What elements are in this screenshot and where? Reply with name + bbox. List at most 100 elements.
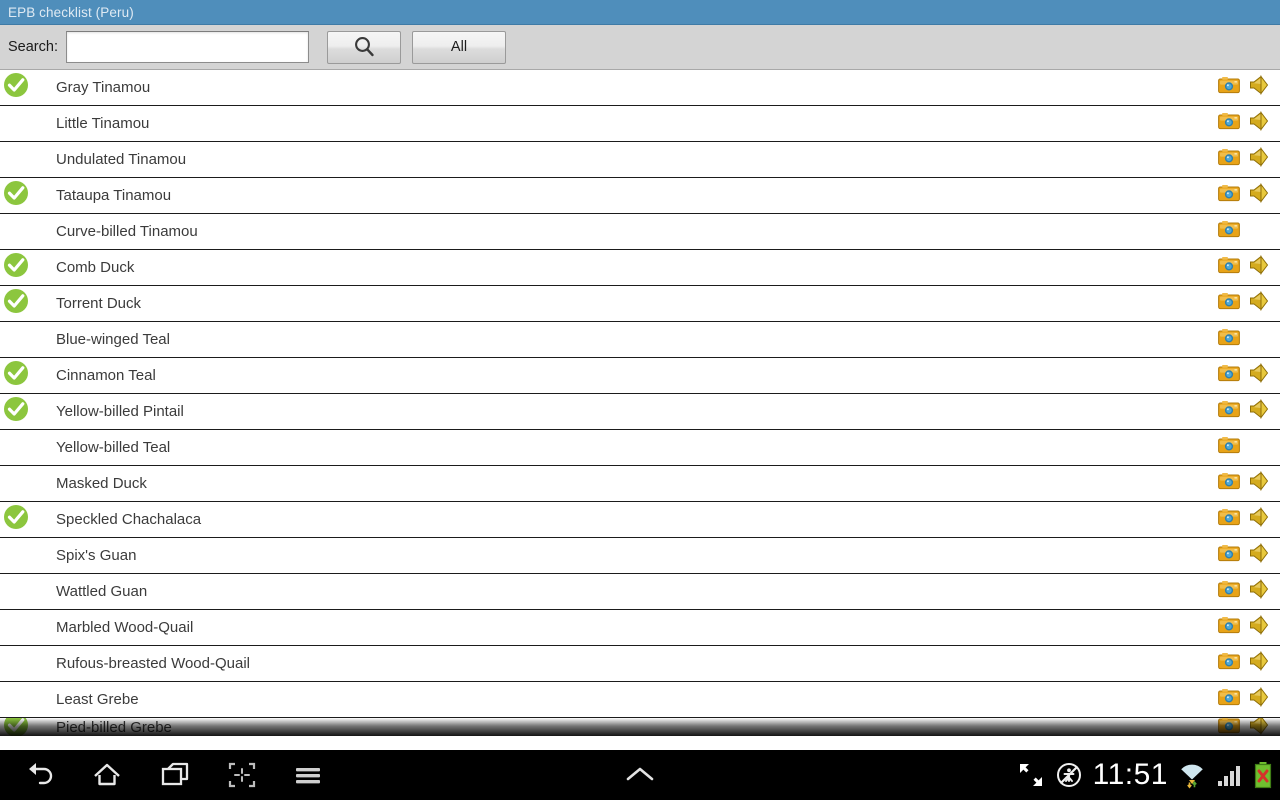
checklist-row[interactable]: Yellow-billed Teal bbox=[0, 430, 1280, 466]
camera-icon[interactable] bbox=[1218, 688, 1240, 711]
green-check-icon[interactable] bbox=[3, 180, 29, 211]
speaker-icon[interactable] bbox=[1248, 363, 1270, 388]
speaker-icon[interactable] bbox=[1248, 183, 1270, 208]
fullscreen-expand-icon[interactable] bbox=[1017, 761, 1045, 789]
species-name: Rufous-breasted Wood-Quail bbox=[56, 655, 250, 672]
back-arrow-icon[interactable] bbox=[22, 760, 56, 790]
speaker-icon[interactable] bbox=[1248, 111, 1270, 136]
checklist-row[interactable]: Yellow-billed Pintail bbox=[0, 394, 1280, 430]
checklist-row[interactable]: Rufous-breasted Wood-Quail bbox=[0, 646, 1280, 682]
battery-error-icon[interactable] bbox=[1252, 760, 1274, 790]
camera-icon[interactable] bbox=[1218, 616, 1240, 639]
checklist-row[interactable]: Curve-billed Tinamou bbox=[0, 214, 1280, 250]
checklist-row[interactable]: Undulated Tinamou bbox=[0, 142, 1280, 178]
camera-icon[interactable] bbox=[1218, 184, 1240, 207]
species-checklist[interactable]: Gray Tinamou Little Tinamou Undulated Tina… bbox=[0, 70, 1280, 750]
screenshot-capture-icon[interactable] bbox=[226, 760, 258, 790]
row-check-slot bbox=[1, 718, 31, 736]
species-name: Yellow-billed Teal bbox=[56, 439, 171, 456]
search-button[interactable] bbox=[326, 30, 401, 64]
speaker-icon[interactable] bbox=[1248, 507, 1270, 532]
speaker-icon[interactable] bbox=[1248, 579, 1270, 604]
green-check-icon[interactable] bbox=[3, 252, 29, 283]
speaker-icon[interactable] bbox=[1248, 615, 1270, 640]
green-check-icon[interactable] bbox=[3, 288, 29, 319]
speaker-icon[interactable] bbox=[1248, 147, 1270, 172]
row-media-icons bbox=[1216, 75, 1272, 100]
magnifier-icon bbox=[351, 34, 377, 60]
speaker-icon[interactable] bbox=[1248, 291, 1270, 316]
camera-icon[interactable] bbox=[1218, 580, 1240, 603]
green-check-icon[interactable] bbox=[3, 504, 29, 535]
green-check-icon[interactable] bbox=[3, 360, 29, 391]
speaker-icon[interactable] bbox=[1248, 75, 1270, 100]
checklist-row-partial[interactable]: Pied-billed Grebe bbox=[0, 718, 1280, 736]
speaker-icon[interactable] bbox=[1248, 399, 1270, 424]
cellular-signal-icon[interactable] bbox=[1216, 761, 1242, 789]
checklist-row[interactable]: Cinnamon Teal bbox=[0, 358, 1280, 394]
checklist-row[interactable]: Comb Duck bbox=[0, 250, 1280, 286]
home-icon[interactable] bbox=[90, 760, 124, 790]
row-check-slot bbox=[1, 504, 31, 535]
search-toolbar: Search: All bbox=[0, 25, 1280, 70]
species-name: Least Grebe bbox=[56, 691, 139, 708]
speaker-icon[interactable] bbox=[1248, 471, 1270, 496]
camera-icon[interactable] bbox=[1218, 544, 1240, 567]
checklist-row[interactable]: Speckled Chachalaca bbox=[0, 502, 1280, 538]
search-input[interactable] bbox=[65, 31, 309, 63]
row-media-icons bbox=[1216, 718, 1272, 736]
all-button-label: All bbox=[450, 39, 468, 55]
camera-icon[interactable] bbox=[1218, 328, 1240, 351]
green-check-icon[interactable] bbox=[3, 718, 29, 736]
camera-icon[interactable] bbox=[1218, 652, 1240, 675]
android-navigation-bar: 11:51 bbox=[0, 750, 1280, 800]
camera-icon[interactable] bbox=[1218, 472, 1240, 495]
camera-icon[interactable] bbox=[1218, 76, 1240, 99]
checklist-row[interactable]: Wattled Guan bbox=[0, 574, 1280, 610]
speaker-icon[interactable] bbox=[1248, 687, 1270, 712]
green-check-icon[interactable] bbox=[3, 396, 29, 427]
camera-icon[interactable] bbox=[1218, 400, 1240, 423]
camera-icon[interactable] bbox=[1218, 718, 1240, 736]
wifi-icon[interactable] bbox=[1178, 761, 1206, 789]
rotation-lock-icon[interactable] bbox=[1055, 761, 1083, 789]
camera-icon[interactable] bbox=[1218, 292, 1240, 315]
app-title-bar: EPB checklist (Peru) bbox=[0, 0, 1280, 25]
row-media-icons bbox=[1216, 147, 1272, 172]
row-check-slot bbox=[1, 252, 31, 283]
checklist-row[interactable]: Spix's Guan bbox=[0, 538, 1280, 574]
camera-icon[interactable] bbox=[1218, 508, 1240, 531]
checklist-row[interactable]: Blue-winged Teal bbox=[0, 322, 1280, 358]
checklist-row[interactable]: Little Tinamou bbox=[0, 106, 1280, 142]
row-check-slot bbox=[1, 396, 31, 427]
caret-up-icon[interactable] bbox=[622, 762, 658, 788]
row-media-icons bbox=[1216, 111, 1272, 136]
camera-icon[interactable] bbox=[1218, 364, 1240, 387]
camera-icon[interactable] bbox=[1218, 148, 1240, 171]
recent-apps-icon[interactable] bbox=[158, 760, 192, 790]
camera-icon[interactable] bbox=[1218, 112, 1240, 135]
speaker-icon[interactable] bbox=[1248, 718, 1270, 736]
row-media-icons bbox=[1216, 615, 1272, 640]
species-name: Spix's Guan bbox=[56, 547, 137, 564]
all-filter-button[interactable]: All bbox=[411, 30, 506, 64]
speaker-icon[interactable] bbox=[1248, 651, 1270, 676]
camera-icon[interactable] bbox=[1218, 220, 1240, 243]
checklist-row[interactable]: Tataupa Tinamou bbox=[0, 178, 1280, 214]
checklist-row[interactable]: Torrent Duck bbox=[0, 286, 1280, 322]
speaker-icon[interactable] bbox=[1248, 543, 1270, 568]
row-media-icons bbox=[1216, 220, 1272, 243]
hamburger-menu-icon[interactable] bbox=[292, 760, 324, 790]
speaker-icon[interactable] bbox=[1248, 255, 1270, 280]
checklist-row[interactable]: Least Grebe bbox=[0, 682, 1280, 718]
row-media-icons bbox=[1216, 687, 1272, 712]
row-check-slot bbox=[1, 288, 31, 319]
camera-icon[interactable] bbox=[1218, 436, 1240, 459]
checklist-row[interactable]: Marbled Wood-Quail bbox=[0, 610, 1280, 646]
green-check-icon[interactable] bbox=[3, 72, 29, 103]
species-name: Comb Duck bbox=[56, 259, 135, 276]
camera-icon[interactable] bbox=[1218, 256, 1240, 279]
checklist-row[interactable]: Gray Tinamou bbox=[0, 70, 1280, 106]
row-media-icons bbox=[1216, 255, 1272, 280]
checklist-row[interactable]: Masked Duck bbox=[0, 466, 1280, 502]
